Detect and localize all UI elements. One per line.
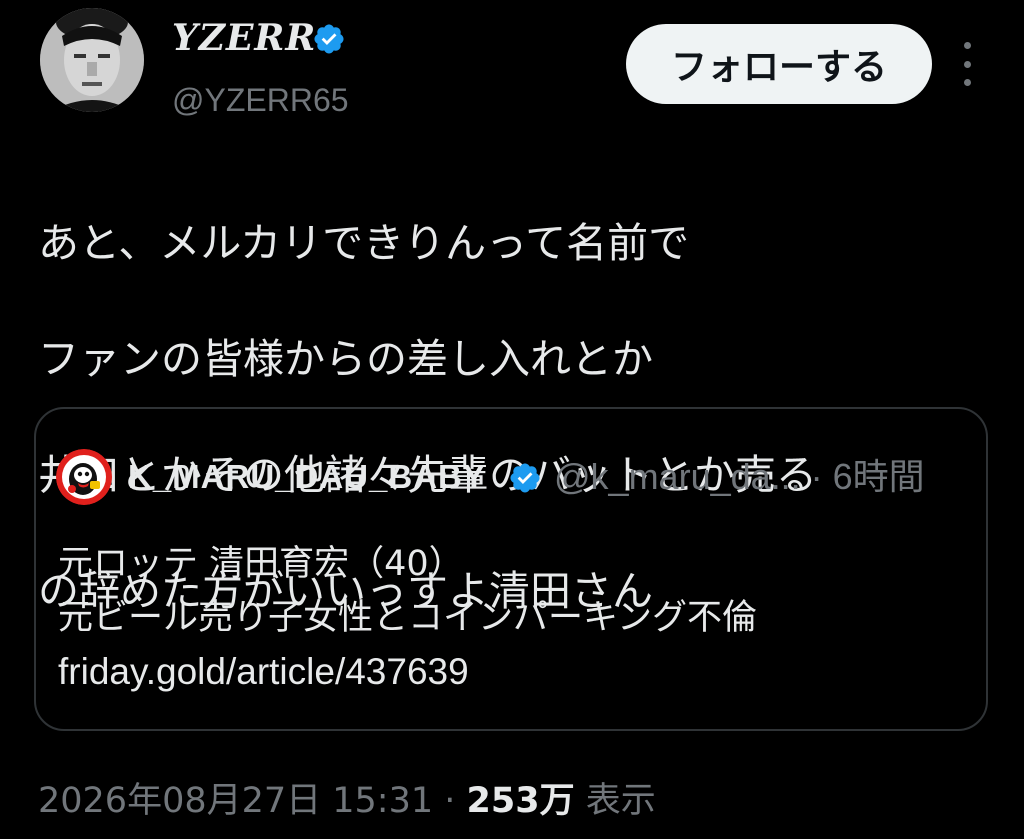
author-display-name[interactable]: YZERR bbox=[172, 16, 316, 60]
quote-link[interactable]: friday.gold/article/437639 bbox=[58, 645, 978, 699]
author-handle[interactable]: @YZERR65 bbox=[172, 80, 349, 120]
ellipsis-dot bbox=[963, 60, 971, 68]
grayscale-portrait-avatar-icon bbox=[40, 8, 144, 112]
vertical-ellipsis-icon[interactable] bbox=[952, 42, 982, 86]
quote-text: 元ロッテ 清田育宏（40） 元ビール売り子女性とコインパーキング不倫 frida… bbox=[58, 537, 978, 699]
tweet-timestamp[interactable]: 2026年08月27日 15:31 bbox=[38, 781, 433, 821]
ellipsis-dot bbox=[963, 42, 971, 49]
tweet-line: ファンの皆様からの差し入れとか bbox=[38, 335, 653, 383]
ellipsis-dot bbox=[963, 79, 971, 86]
author-avatar[interactable] bbox=[40, 8, 144, 112]
quote-author-avatar[interactable] bbox=[56, 449, 112, 505]
verified-badge-icon bbox=[510, 463, 540, 493]
verified-badge-icon bbox=[314, 24, 344, 54]
cartoon-mascot-avatar-icon bbox=[56, 449, 112, 505]
quote-handle-and-time[interactable]: @k_maru_da... · 6時間 bbox=[554, 455, 925, 499]
quote-line: 元ビール売り子女性とコインパーキング不倫 bbox=[58, 598, 757, 638]
views-label: 表示 bbox=[574, 781, 656, 821]
tweet-meta: 2026年08月27日 15:31 · 253万 表示 bbox=[38, 778, 656, 824]
follow-button[interactable]: フォローする bbox=[626, 24, 932, 104]
quote-line: 元ロッテ 清田育宏（40） bbox=[58, 544, 464, 584]
views-count: 253万 bbox=[466, 781, 575, 821]
quote-author-name[interactable]: K_MARU_DAU_BABY bbox=[128, 457, 486, 497]
meta-separator: · bbox=[433, 781, 467, 821]
tweet-line: あと、メルカリできりんって名前で bbox=[38, 219, 690, 267]
quoted-tweet-card[interactable]: K_MARU_DAU_BABY @k_maru_da... · 6時間 元ロッテ… bbox=[34, 407, 988, 731]
